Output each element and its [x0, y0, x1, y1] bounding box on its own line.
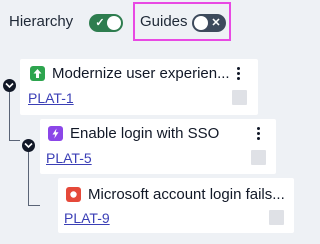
- toggle-knob: [107, 16, 121, 30]
- tree-connector: [9, 140, 20, 141]
- expand-toggle-plat-1[interactable]: [3, 79, 16, 92]
- guides-highlight: [133, 2, 231, 41]
- stop-icon: [66, 187, 81, 202]
- issue-key-link[interactable]: PLAT-9: [64, 210, 110, 226]
- arrow-up-icon: [30, 66, 45, 81]
- issue-key-link[interactable]: PLAT-5: [46, 150, 92, 166]
- tree-connector: [28, 205, 40, 206]
- expand-toggle-plat-5[interactable]: [22, 139, 35, 152]
- issue-title[interactable]: Enable login with SSO: [70, 125, 248, 142]
- hierarchy-label: Hierarchy: [9, 13, 74, 30]
- issue-title[interactable]: Microsoft account login fails...: [88, 186, 288, 203]
- issue-card-plat-5[interactable]: Enable login with SSO PLAT-5: [40, 119, 276, 174]
- issue-title[interactable]: Modernize user experien...: [52, 65, 230, 82]
- hierarchy-toggle[interactable]: ✓: [89, 14, 123, 32]
- select-checkbox[interactable]: [251, 150, 266, 165]
- issue-card-plat-9[interactable]: Microsoft account login fails... PLAT-9: [58, 178, 294, 233]
- chevron-down-icon: [24, 142, 33, 149]
- select-checkbox[interactable]: [269, 210, 284, 225]
- select-checkbox[interactable]: [232, 90, 247, 105]
- tree-connector: [28, 151, 29, 205]
- issue-card-plat-1[interactable]: Modernize user experien... PLAT-1: [20, 59, 258, 115]
- tree-connector: [9, 92, 10, 140]
- more-actions-icon[interactable]: [234, 66, 244, 82]
- more-actions-icon[interactable]: [254, 126, 264, 142]
- lightning-icon: [48, 126, 63, 141]
- chevron-down-icon: [5, 82, 14, 89]
- issue-key-link[interactable]: PLAT-1: [28, 90, 74, 106]
